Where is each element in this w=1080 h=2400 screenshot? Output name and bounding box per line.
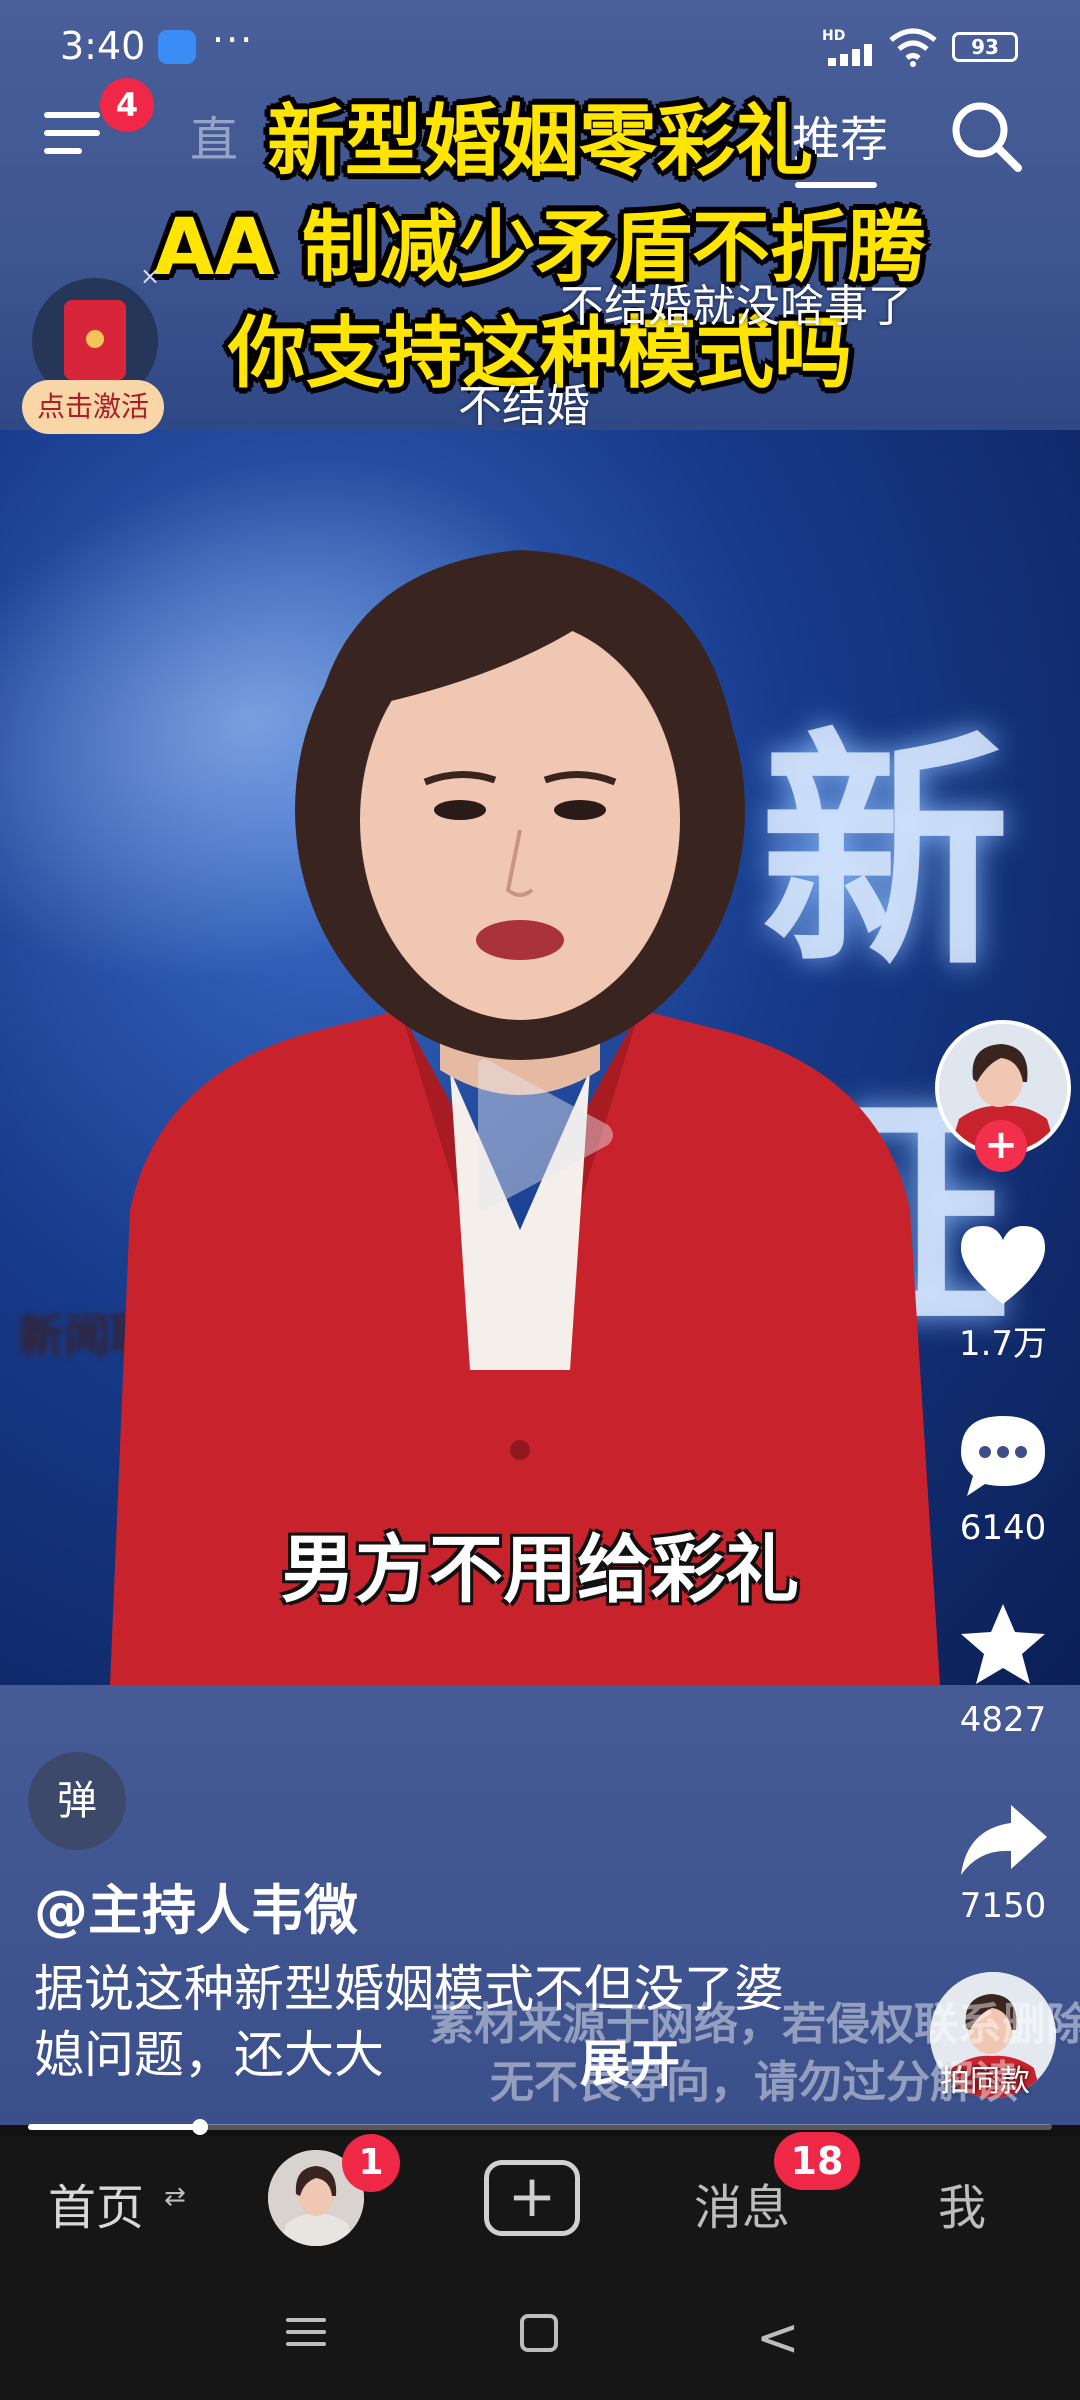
watermark-line: 素材来源于网络，若侵权联系删除 bbox=[430, 1999, 1080, 2050]
status-time: 3:40 bbox=[60, 24, 146, 68]
comment-icon[interactable] bbox=[955, 1410, 1051, 1500]
copyright-watermark: 素材来源于网络，若侵权联系删除 无不良导向，请勿过分解读 bbox=[430, 1996, 1080, 2112]
follow-button[interactable]: + bbox=[975, 1120, 1027, 1172]
red-envelope-activate-label[interactable]: 点击激活 bbox=[22, 380, 164, 434]
signal-icon bbox=[828, 44, 876, 66]
watermark-line: 无不良导向，请勿过分解读 bbox=[490, 2057, 1018, 2108]
nav-messages[interactable]: 消息 bbox=[694, 2168, 790, 2238]
expand-link[interactable]: 展开 bbox=[580, 2024, 680, 2096]
play-icon[interactable] bbox=[468, 1050, 618, 1220]
progress-handle[interactable] bbox=[192, 2119, 209, 2135]
nav-me[interactable]: 我 bbox=[938, 2168, 986, 2238]
danmaku-toggle-button[interactable]: 弹 bbox=[28, 1752, 126, 1850]
heart-icon[interactable] bbox=[955, 1220, 1051, 1310]
red-envelope-close-button[interactable]: × bbox=[140, 262, 160, 290]
danmaku-comment: 不结婚 bbox=[458, 381, 590, 432]
create-post-button[interactable]: + bbox=[484, 2160, 580, 2236]
video-subtitle: 男方不用给彩礼 bbox=[281, 1527, 799, 1613]
switch-feed-icon[interactable]: ⇄ bbox=[164, 2182, 186, 2212]
video-progress-bar[interactable] bbox=[28, 2119, 1052, 2135]
back-icon[interactable]: < bbox=[756, 2308, 800, 2368]
favorite-count: 4827 bbox=[959, 1700, 1047, 1740]
wifi-icon bbox=[889, 28, 937, 67]
danmaku-comment: 不结婚就没啥事了 bbox=[560, 281, 912, 332]
comment-count: 6140 bbox=[959, 1508, 1047, 1548]
progress-fill bbox=[28, 2124, 201, 2130]
author-name[interactable]: @主持人韦微 bbox=[34, 1866, 358, 1945]
recent-apps-icon[interactable] bbox=[286, 2312, 326, 2352]
nav-home[interactable]: 首页 bbox=[48, 2168, 144, 2238]
share-count: 7150 bbox=[959, 1886, 1047, 1926]
status-bar: 3:40 ··· HD 93 bbox=[0, 0, 1080, 96]
battery-icon: 93 bbox=[952, 32, 1018, 62]
hd-indicator: HD bbox=[822, 28, 846, 44]
app-notification-icon bbox=[158, 30, 196, 64]
red-envelope-icon bbox=[64, 300, 126, 380]
star-icon[interactable] bbox=[955, 1600, 1051, 1690]
friends-badge: 1 bbox=[342, 2134, 400, 2192]
share-arrow-icon[interactable] bbox=[955, 1795, 1051, 1885]
more-notifications-icon: ··· bbox=[212, 18, 255, 62]
headline-line-1: 新型婚姻零彩礼 bbox=[266, 97, 813, 187]
home-icon[interactable] bbox=[520, 2314, 558, 2352]
like-count: 1.7万 bbox=[958, 1324, 1048, 1364]
messages-badge: 18 bbox=[774, 2132, 860, 2190]
